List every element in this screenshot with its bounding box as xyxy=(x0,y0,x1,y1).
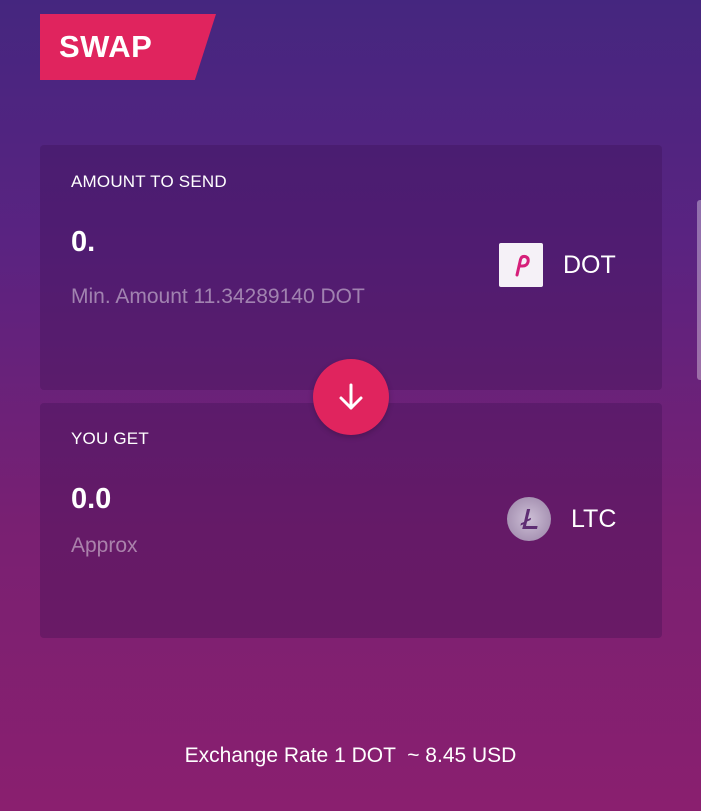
arrow-down-icon xyxy=(339,383,363,410)
swap-direction-button[interactable] xyxy=(313,359,389,435)
swap-banner: SWAP xyxy=(40,14,216,80)
send-amount-input[interactable]: 0. xyxy=(71,226,95,259)
approx-label: Approx xyxy=(71,534,138,557)
exchange-rate: Exchange Rate 1 DOT ~ 8.45 USD xyxy=(184,744,517,767)
get-coin-selector[interactable]: LTC xyxy=(507,497,616,541)
polkadot-icon xyxy=(499,243,543,287)
send-title: AMOUNT TO SEND xyxy=(71,172,227,191)
litecoin-icon xyxy=(507,497,551,541)
page-title: SWAP xyxy=(59,29,153,64)
get-amount: 0.0 xyxy=(71,483,112,515)
get-title: YOU GET xyxy=(71,429,149,448)
send-coin-selector[interactable]: DOT xyxy=(499,243,616,287)
get-coin-ticker: LTC xyxy=(571,504,617,533)
min-amount-label: Min. Amount 11.34289140 DOT xyxy=(71,285,365,308)
scrollbar[interactable] xyxy=(697,200,701,380)
get-card: YOU GET 0.0 Approx LTC xyxy=(40,403,662,638)
send-card: AMOUNT TO SEND 0. Min. Amount 11.3428914… xyxy=(40,145,662,390)
send-coin-ticker: DOT xyxy=(563,250,616,279)
